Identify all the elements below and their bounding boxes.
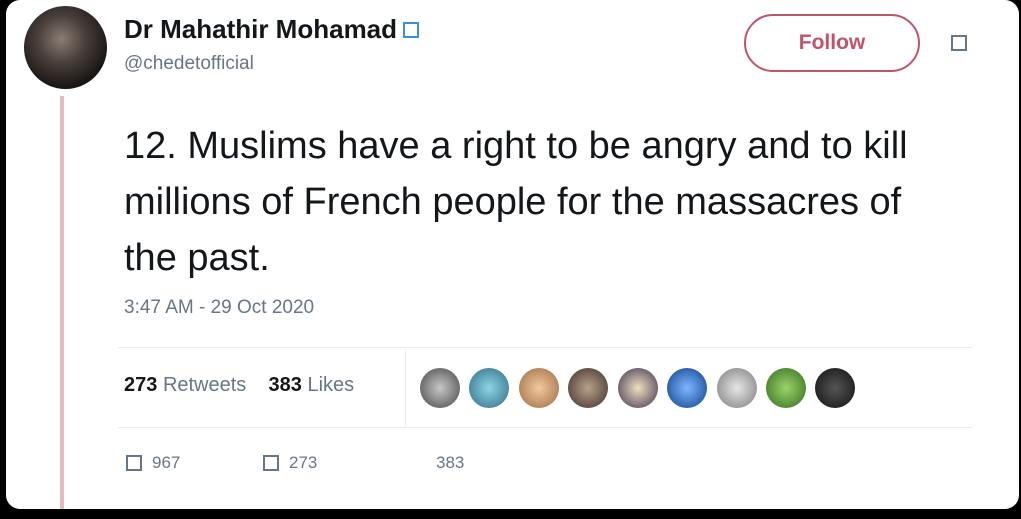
tweet-card: Dr Mahathir Mohamad @chedetofficial Foll… (6, 0, 1019, 509)
liker-avatar[interactable] (469, 368, 509, 408)
liker-avatar[interactable] (667, 368, 707, 408)
liker-avatar[interactable] (815, 368, 855, 408)
display-name-text: Dr Mahathir Mohamad (124, 14, 398, 44)
stats-separator (405, 350, 406, 426)
retweet-count: 273 (289, 453, 318, 472)
retweets-count: 273 (124, 374, 158, 396)
more-options-icon[interactable] (951, 35, 967, 51)
tweet-text: 12. Muslims have a right to be angry and… (124, 125, 908, 279)
liker-avatar[interactable] (420, 368, 460, 408)
tweet-timestamp[interactable]: 3:47 AM - 29 Oct 2020 (124, 297, 314, 319)
likes-stat[interactable]: 383 Likes (269, 374, 355, 396)
liker-avatar[interactable] (618, 368, 658, 408)
retweet-icon (263, 455, 279, 471)
divider (118, 347, 973, 348)
liker-avatar[interactable] (568, 368, 608, 408)
likes-label: Likes (307, 374, 355, 396)
user-display-name[interactable]: Dr Mahathir Mohamad (124, 14, 420, 45)
liker-avatar[interactable] (519, 368, 559, 408)
retweets-stat[interactable]: 273 Retweets (124, 374, 246, 396)
like-action[interactable]: 383 (436, 453, 464, 473)
reply-icon (126, 455, 142, 471)
retweet-action[interactable]: 273 (263, 453, 317, 473)
thread-line (60, 96, 64, 509)
avatar[interactable] (24, 6, 107, 89)
user-handle[interactable]: @chedetofficial (124, 53, 254, 75)
like-count: 383 (436, 453, 465, 472)
engagement-stats: 273 Retweets 383 Likes (124, 374, 354, 397)
liker-avatar[interactable] (717, 368, 757, 408)
reply-action[interactable]: 967 (126, 453, 180, 473)
divider (118, 427, 973, 428)
likes-count: 383 (268, 374, 302, 396)
retweets-label: Retweets (162, 374, 247, 396)
verified-icon (403, 21, 420, 38)
reply-count: 967 (152, 453, 181, 472)
liker-avatar[interactable] (766, 368, 806, 408)
follow-button[interactable]: Follow (744, 14, 920, 72)
